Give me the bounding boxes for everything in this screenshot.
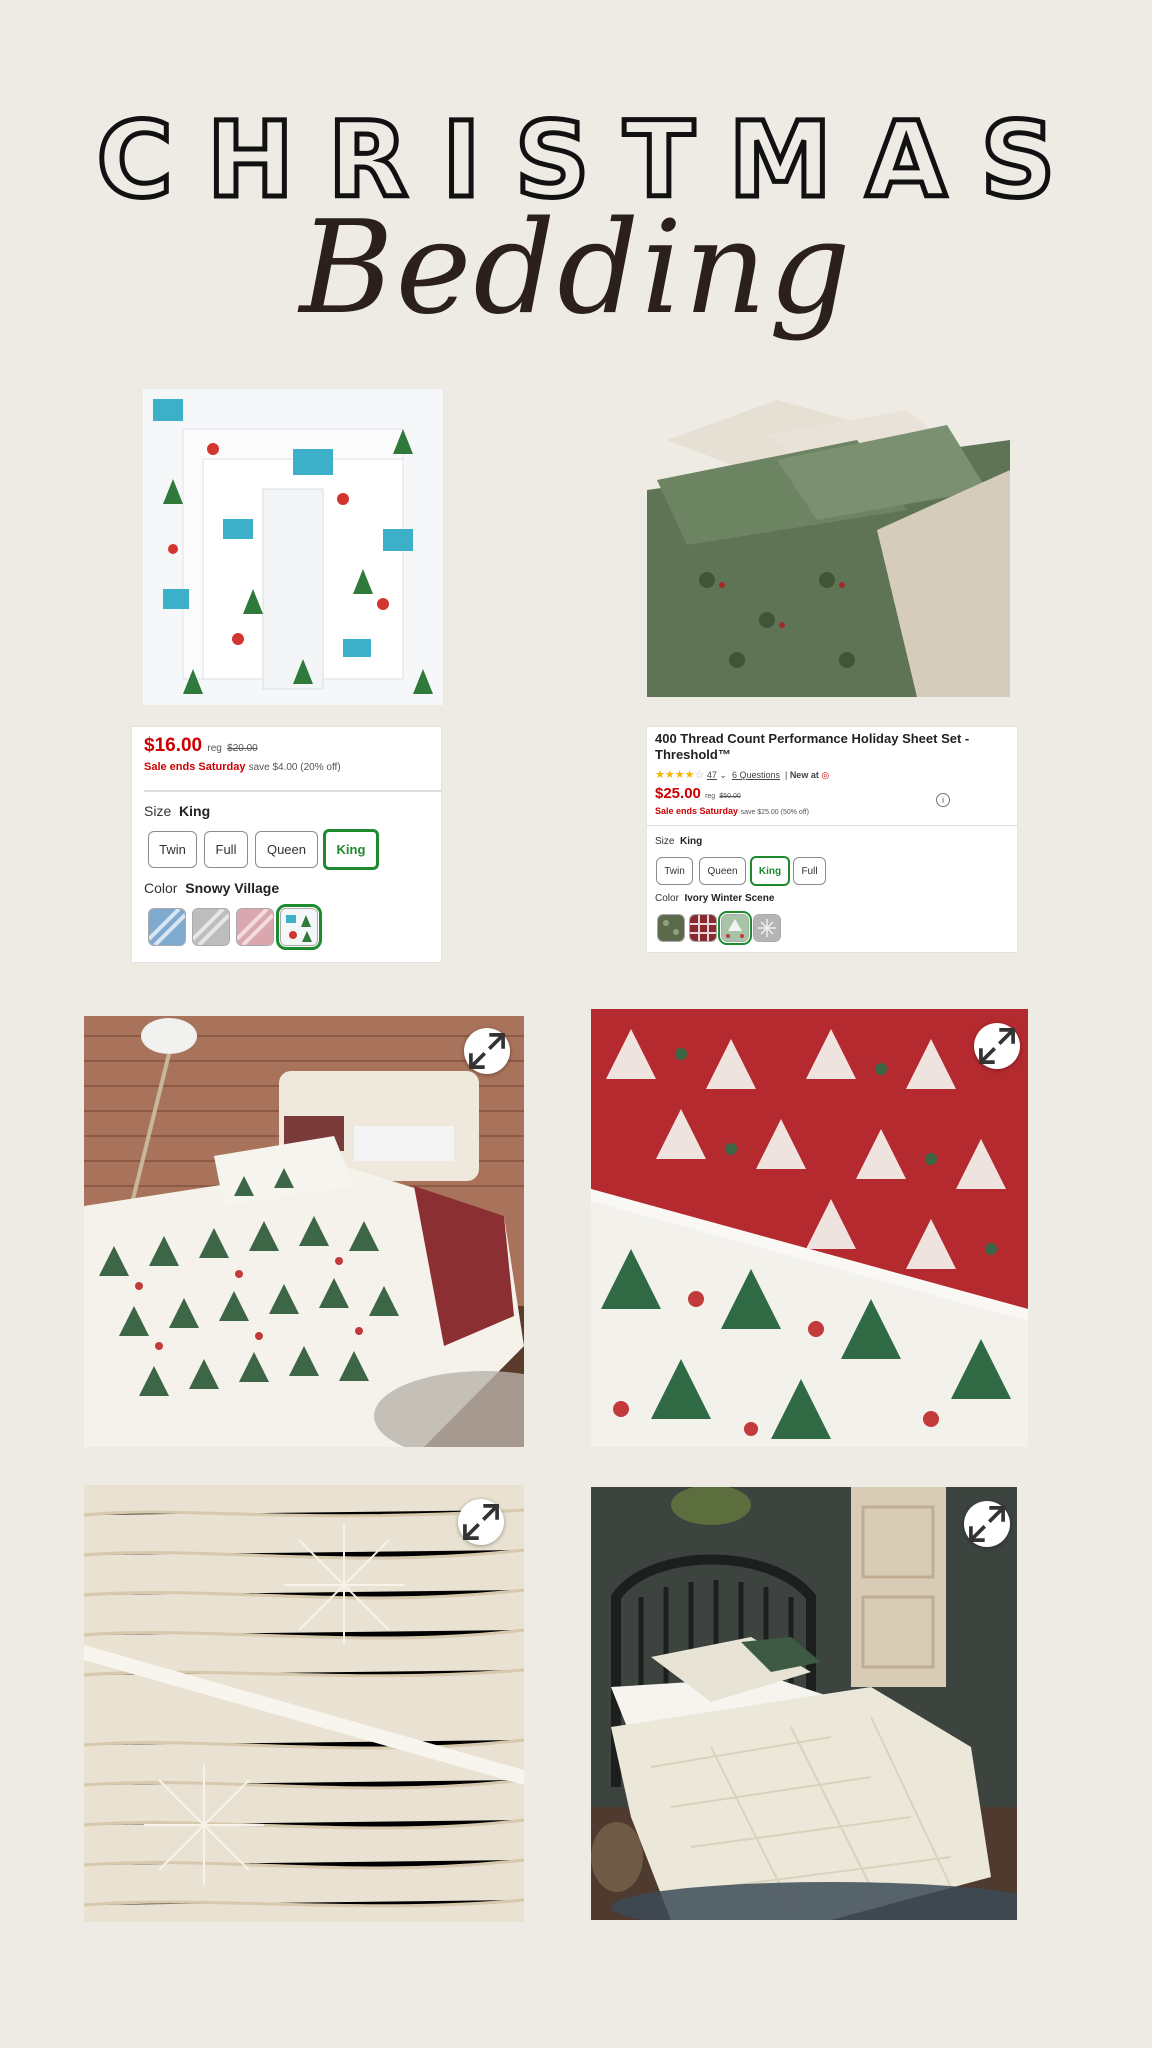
expand-icon [969,1506,1005,1542]
save-text: save $4.00 (20% off) [248,762,341,773]
color-swatch-pink[interactable] [236,908,274,946]
expand-icon [469,1033,505,1069]
sale-ends-text: Sale ends Saturday [655,806,739,816]
expand-icon [463,1504,499,1540]
color-swatch-ivory-winter-scene[interactable] [718,911,752,945]
reg-label: reg [705,793,716,800]
expand-icon [979,1028,1015,1064]
size-option-twin[interactable]: Twin [656,857,693,885]
price-row: $25.00 reg $50.00 [655,785,741,802]
color-label: Color [144,880,178,896]
product-card-holiday-sheet-set: 400 Thread Count Performance Holiday She… [646,726,1018,953]
reg-label: reg [207,743,222,754]
size-option-king[interactable]: King [750,856,790,886]
color-value: Ivory Winter Scene [684,893,775,904]
price-row: $16.00 reg $20.00 [144,735,258,757]
color-label-row: Color Snowy Village [144,880,279,896]
target-logo-icon: ◎ [821,770,830,780]
size-option-queen[interactable]: Queen [699,857,746,885]
sale-row: Sale ends Saturday save $4.00 (20% off) [144,761,341,773]
color-swatch-gray-snowflake[interactable] [753,914,781,942]
save-text: save $25.00 (50% off) [740,809,809,816]
new-at-text: New at [789,770,819,780]
color-swatch-snowy-village[interactable] [276,904,322,950]
size-label-row: Size King [655,836,702,847]
size-option-full[interactable]: Full [204,831,248,868]
color-swatch-blue[interactable] [148,908,186,946]
reg-price: $20.00 [227,743,258,754]
snowy-village-sheets-image [143,389,443,705]
color-value: Snowy Village [185,880,280,896]
rating-row: ★★★★☆ 47 ⌄ 6 Questions | New at ◎ [655,769,830,781]
size-option-king[interactable]: King [323,829,379,870]
expand-image-button[interactable] [464,1028,510,1074]
product-card-snowy-village: $16.00 reg $20.00 Sale ends Saturday sav… [131,726,442,963]
sale-price: $25.00 [655,785,701,802]
ivory-quilt-bedroom-image [591,1487,1017,1920]
size-label: Size [144,803,172,819]
size-option-twin[interactable]: Twin [148,831,197,868]
expand-image-button[interactable] [974,1023,1020,1069]
color-swatch-gray[interactable] [192,908,230,946]
size-label: Size [655,836,675,847]
sale-ends-text: Sale ends Saturday [144,761,246,773]
divider [647,825,1017,826]
tree-quilt-closeup-image [591,1009,1028,1447]
star-rating-icon: ★★★★☆ [655,769,705,781]
green-holly-sheets-image [647,380,1010,697]
size-label-row: Size King [144,803,210,819]
sale-row: Sale ends Saturday save $25.00 (50% off) [655,806,809,816]
expand-image-button[interactable] [458,1499,504,1545]
size-value: King [680,836,703,847]
questions-link[interactable]: 6 Questions [732,770,780,780]
chevron-down-icon: ⌄ [719,770,727,780]
color-label-row: Color Ivory Winter Scene [655,893,774,904]
size-option-full[interactable]: Full [793,857,826,885]
page-subtitle: Bedding [299,194,853,343]
color-label: Color [655,893,679,904]
review-count[interactable]: 47 [707,770,717,780]
color-swatch-red-plaid[interactable] [689,914,717,942]
info-icon[interactable]: i [936,793,950,807]
expand-image-button[interactable] [964,1501,1010,1547]
size-option-queen[interactable]: Queen [255,831,318,868]
sale-price: $16.00 [144,735,203,756]
product-title[interactable]: 400 Thread Count Performance Holiday She… [655,731,1011,763]
divider [144,790,441,792]
size-value: King [179,803,211,819]
tree-quilt-bedroom-image [84,1016,524,1447]
color-swatch-green-holly[interactable] [657,914,685,942]
ivory-snowflake-quilt-closeup-image [84,1485,524,1922]
reg-price: $50.00 [719,793,741,800]
